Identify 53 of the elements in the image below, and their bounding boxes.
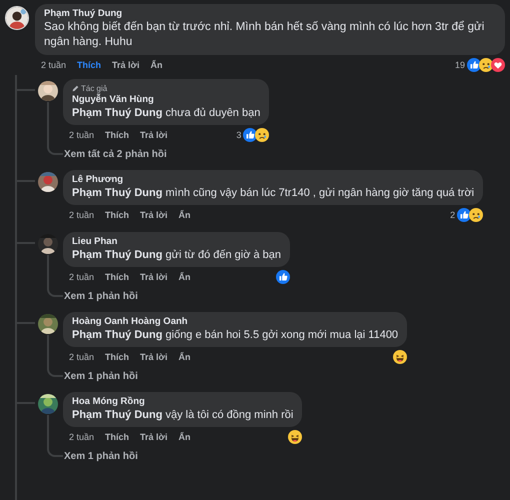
like-link[interactable]: Thích <box>105 130 130 140</box>
timestamp[interactable]: 2 tuần <box>41 60 66 70</box>
like-reaction-icon[interactable] <box>243 128 258 142</box>
hide-link[interactable]: Ẩn <box>150 60 162 70</box>
author-label: Tác giả <box>81 83 108 94</box>
reply-text: Phạm Thuý Dung chưa đủ duyên bạn <box>72 106 260 120</box>
reply-link[interactable]: Trả lời <box>140 352 168 362</box>
reply-text: Phạm Thuý Dung gửi từ đó đến giờ à bạn <box>72 248 282 262</box>
view-replies-link[interactable]: Xem 1 phản hồi <box>64 370 138 382</box>
author-name[interactable]: Lieu Phan <box>72 236 282 248</box>
like-link[interactable]: Thích <box>77 60 102 70</box>
like-reaction-icon[interactable] <box>467 58 481 72</box>
timestamp[interactable]: 2 tuần <box>69 352 94 362</box>
sad-face-icon[interactable] <box>479 58 493 72</box>
view-replies-link[interactable]: Xem tất cả 2 phản hồi <box>64 148 167 160</box>
hide-link[interactable]: Ẩn <box>178 210 190 220</box>
reply-text: Phạm Thuý Dung vậy là tôi có đồng minh rồi <box>72 408 294 422</box>
reaction-count[interactable]: 19 <box>454 60 465 70</box>
timestamp[interactable]: 2 tuần <box>69 130 94 140</box>
author-name[interactable]: Lê Phương <box>72 174 474 186</box>
timestamp[interactable]: 2 tuần <box>69 272 94 282</box>
hide-link[interactable]: Ẩn <box>178 432 190 442</box>
hide-link[interactable]: Ẩn <box>178 272 190 282</box>
comment-text: Sao không biết đến bạn từ trước nhỉ. Mình bán hết số vàng mình có lúc hơn 3tr để gửi ngân hàng. Huhu <box>44 20 486 50</box>
like-link[interactable]: Thích <box>105 352 130 362</box>
author-name[interactable]: Phạm Thuý Dung <box>44 8 496 20</box>
timestamp[interactable]: 2 tuần <box>69 432 94 442</box>
like-reaction-icon[interactable] <box>457 208 472 222</box>
view-replies-link[interactable]: Xem 1 phản hồi <box>64 290 138 302</box>
pencil-icon <box>72 85 79 92</box>
like-link[interactable]: Thích <box>105 272 130 282</box>
reply-link[interactable]: Trả lời <box>112 60 140 70</box>
view-replies-link[interactable]: Xem 1 phản hồi <box>64 450 138 462</box>
timestamp[interactable]: 2 tuần <box>69 210 94 220</box>
reply-text: Phạm Thuý Dung giống e bán hoi 5.5 gởi xong mới mua lại 11400 <box>72 328 398 342</box>
reply-link[interactable]: Trả lời <box>140 130 168 140</box>
like-link[interactable]: Thích <box>105 210 130 220</box>
reply-link[interactable]: Trả lời <box>140 272 168 282</box>
author-name[interactable]: Hoa Móng Rồng <box>72 396 294 408</box>
laughing-face-icon[interactable] <box>288 430 302 444</box>
like-link[interactable]: Thích <box>105 432 130 442</box>
reply-text: Phạm Thuý Dung mình cũng vậy bán lúc 7tr140 , gửi ngân hàng giờ tăng quá trời <box>72 186 474 200</box>
reaction-count[interactable]: 2 <box>450 210 456 220</box>
author-name[interactable]: Nguyễn Văn Hùng <box>72 94 260 106</box>
reaction-count[interactable]: 3 <box>236 130 242 140</box>
reply-link[interactable]: Trả lời <box>140 210 168 220</box>
sad-face-icon[interactable] <box>255 128 270 142</box>
laughing-face-icon[interactable] <box>393 350 408 364</box>
like-reaction-icon[interactable] <box>276 270 290 284</box>
sad-face-icon[interactable] <box>469 208 484 222</box>
reply-link[interactable]: Trả lời <box>140 432 168 442</box>
hide-link[interactable]: Ẩn <box>178 352 190 362</box>
author-name[interactable]: Hoàng Oanh Hoàng Oanh <box>72 316 398 328</box>
